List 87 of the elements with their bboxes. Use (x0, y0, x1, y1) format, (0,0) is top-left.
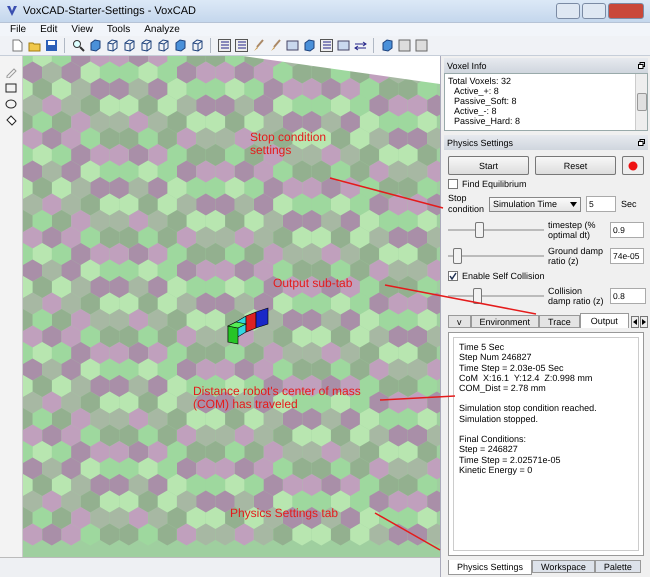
scrollbar[interactable] (635, 74, 647, 130)
menu-item[interactable]: Analyze (144, 24, 180, 35)
save-icon[interactable] (44, 39, 58, 52)
zoom-icon[interactable] (72, 39, 84, 52)
checkbox-label: Enable Self Collision (462, 271, 545, 281)
output-log: Time 5 Sec Step Num 246827 Time Step = 2.03e-05 Sec CoM X:16.1 Y:12.4 Z:0.998 mm COM_Dist = 2.78 mm Simulation stop condition reached. Simulation stopped. Final Conditions: Step = 246827 Time Step = 2.02571e-05 Kinetic Energy = 0 (453, 337, 639, 551)
annotation-text: Stop condition settings (250, 131, 328, 157)
tab[interactable]: Palette (594, 560, 641, 573)
cube-icon[interactable] (174, 39, 186, 52)
menu-item[interactable]: Tools (106, 24, 130, 35)
window-icon[interactable] (398, 39, 410, 52)
check-icon (449, 272, 457, 280)
scroll-right-button[interactable] (640, 316, 648, 328)
stop-value-field[interactable]: 5 (586, 196, 616, 212)
annotation-text: Output sub-tab (273, 277, 352, 290)
app-logo-icon (6, 5, 18, 17)
wireframe-cube-icon[interactable] (122, 39, 136, 52)
panel-header: Physics Settings (444, 135, 648, 150)
annotation-text: Distance robot's center of mass (COM) has traveled (193, 385, 362, 411)
wireframe-cube-icon[interactable] (140, 39, 152, 52)
wireframe-cube-icon[interactable] (106, 39, 118, 52)
info-line: Active_-: 8 (453, 106, 498, 116)
slider-track[interactable] (448, 248, 544, 264)
pencil-icon[interactable] (5, 66, 17, 78)
float-icon[interactable] (638, 62, 645, 69)
menu-item[interactable]: View (71, 24, 93, 35)
unit-label: Sec (621, 199, 637, 209)
slider-label: Collision damp ratio (z) (548, 286, 605, 306)
float-icon[interactable] (638, 139, 645, 146)
scroll-left-button[interactable] (630, 316, 639, 328)
stop-condition-label: Stop condition (448, 193, 484, 215)
slider-track[interactable] (448, 288, 544, 304)
tab[interactable]: Workspace (532, 560, 595, 573)
left-arrow-icon (632, 318, 637, 324)
slider-handle[interactable] (452, 248, 462, 264)
checkbox[interactable] (448, 179, 458, 189)
caret-icon (570, 202, 577, 206)
cube-icon[interactable] (88, 39, 102, 52)
brush-icon[interactable] (252, 39, 264, 52)
record-icon (628, 160, 638, 170)
panel-icon[interactable] (336, 39, 350, 52)
checkbox-label: Find Equilibrium (462, 179, 527, 189)
start-button[interactable]: Start (448, 156, 529, 175)
checkbox[interactable] (448, 271, 458, 281)
tab[interactable]: Output (580, 313, 629, 328)
stop-condition-dropdown[interactable]: Simulation Time (489, 196, 581, 212)
menu-item[interactable]: Edit (40, 24, 58, 35)
slider-value-field[interactable]: 0.9 (610, 222, 644, 238)
info-line: Passive_Soft: 8 (453, 96, 518, 106)
menu-item[interactable]: File (10, 24, 26, 35)
rectangle-icon[interactable] (5, 82, 17, 94)
slider-value-field[interactable]: 74e-05 (610, 248, 644, 264)
tab[interactable]: Trace (539, 315, 580, 328)
list-icon[interactable] (234, 39, 248, 52)
wireframe-cube-icon[interactable] (156, 39, 170, 52)
annotation-text: Physics Settings tab (230, 507, 338, 520)
reset-button[interactable]: Reset (535, 156, 616, 175)
arrows-icon[interactable] (354, 39, 366, 52)
brush-icon[interactable] (268, 39, 282, 52)
ellipse-icon[interactable] (5, 98, 17, 110)
record-button[interactable] (622, 156, 644, 175)
panel-header: Voxel Info (444, 58, 648, 73)
slider-handle[interactable] (475, 222, 484, 238)
right-arrow-icon (642, 318, 646, 324)
info-line: Passive_Hard: 8 (453, 116, 522, 126)
cube-icon[interactable] (380, 39, 394, 52)
tab[interactable]: v (448, 315, 470, 328)
slider-value-field[interactable]: 0.8 (610, 288, 646, 304)
cube-icon[interactable] (302, 39, 316, 52)
slider-label: timestep (% optimal dt) (548, 220, 597, 240)
info-line: Total Voxels: 32 (448, 76, 512, 86)
wireframe-cube-icon[interactable] (190, 39, 204, 52)
new-file-icon[interactable] (10, 39, 24, 52)
tab[interactable]: Physics Settings (448, 560, 532, 575)
info-line: Active_+: 8 (453, 86, 500, 96)
window-icon[interactable] (414, 39, 428, 52)
leader-line (374, 512, 440, 551)
slider-label: Ground damp ratio (z) (548, 246, 604, 266)
tab[interactable]: Environment (470, 315, 540, 328)
list-icon[interactable] (218, 39, 230, 52)
maximize-button[interactable] (582, 3, 606, 19)
panel-icon[interactable] (286, 39, 298, 52)
window-title: VoxCAD-Starter-Settings - VoxCAD (23, 5, 196, 17)
minimize-button[interactable] (556, 3, 580, 19)
list-icon[interactable] (320, 39, 332, 52)
slider-handle[interactable] (473, 288, 482, 304)
slider-track[interactable] (448, 222, 544, 238)
